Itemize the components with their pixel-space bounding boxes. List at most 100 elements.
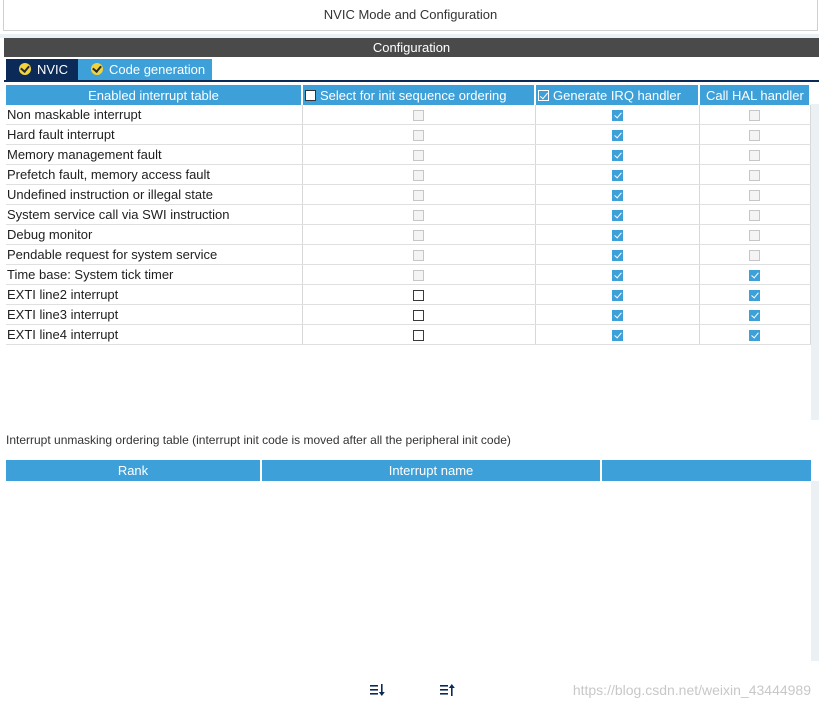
- generate-irq-checkbox[interactable]: [611, 150, 623, 162]
- table-row[interactable]: Pendable request for system service: [6, 244, 811, 265]
- init-order-checkbox: [413, 230, 424, 242]
- generate-irq-cell: [535, 184, 700, 205]
- generate-irq-checkbox[interactable]: [611, 210, 623, 222]
- generate-irq-checkbox[interactable]: [611, 250, 623, 262]
- generate-irq-checkbox[interactable]: [611, 270, 623, 282]
- select-init-ordering-checkbox[interactable]: [305, 89, 316, 101]
- call-hal-checkbox: [749, 110, 760, 122]
- table-row[interactable]: EXTI line2 interrupt: [6, 284, 811, 305]
- init-order-cell: [302, 105, 536, 125]
- call-hal-checkbox: [749, 150, 760, 162]
- table-row[interactable]: Undefined instruction or illegal state: [6, 184, 811, 205]
- call-hal-checkbox[interactable]: [749, 270, 760, 282]
- interrupt-name: Pendable request for system service: [6, 244, 303, 265]
- init-order-checkbox: [413, 210, 424, 222]
- table-row[interactable]: Debug monitor: [6, 224, 811, 245]
- call-hal-cell: [699, 105, 811, 125]
- generate-irq-checkbox[interactable]: [611, 310, 623, 322]
- nvic-table: Enabled interrupt table Select for init …: [6, 85, 811, 345]
- table-row[interactable]: Memory management fault: [6, 144, 811, 165]
- interrupt-name: EXTI line2 interrupt: [6, 284, 303, 305]
- interrupt-name: Prefetch fault, memory access fault: [6, 164, 303, 185]
- interrupt-name: System service call via SWI instruction: [6, 204, 303, 225]
- call-hal-cell: [699, 304, 811, 325]
- init-order-cell: [302, 304, 536, 325]
- generate-irq-cell: [535, 164, 700, 185]
- col-interrupt-name[interactable]: Interrupt name: [262, 460, 602, 481]
- call-hal-checkbox[interactable]: [749, 290, 760, 302]
- init-order-checkbox[interactable]: [413, 330, 424, 342]
- tab-nvic-label: NVIC: [37, 62, 69, 77]
- sort-up-icon: [440, 684, 455, 696]
- table-row[interactable]: Non maskable interrupt: [6, 105, 811, 125]
- interrupt-name: Non maskable interrupt: [6, 105, 303, 125]
- generate-irq-handler-checkbox[interactable]: [538, 89, 549, 101]
- generate-irq-checkbox[interactable]: [611, 110, 623, 122]
- check-circle-icon: [91, 63, 103, 75]
- interrupt-name: Hard fault interrupt: [6, 124, 303, 145]
- call-hal-cell: [699, 204, 811, 225]
- call-hal-checkbox[interactable]: [749, 330, 760, 342]
- col-rank[interactable]: Rank: [6, 460, 262, 481]
- generate-irq-checkbox[interactable]: [611, 230, 623, 242]
- generate-irq-cell: [535, 124, 700, 145]
- col-init-sequence-ordering[interactable]: Select for init sequence ordering: [302, 85, 536, 105]
- window-title: NVIC Mode and Configuration: [3, 0, 818, 31]
- watermark: https://blog.csdn.net/weixin_43444989: [572, 682, 811, 698]
- generate-irq-cell: [535, 144, 700, 165]
- table-row[interactable]: EXTI line4 interrupt: [6, 324, 811, 345]
- tab-code-generation-label: Code generation: [109, 62, 206, 77]
- call-hal-cell: [699, 264, 811, 285]
- init-order-checkbox[interactable]: [413, 290, 424, 302]
- tab-nvic[interactable]: NVIC: [6, 59, 78, 81]
- call-hal-cell: [699, 164, 811, 185]
- tab-code-generation[interactable]: Code generation: [78, 59, 212, 81]
- col-call-hal-handler[interactable]: Call HAL handler: [699, 85, 811, 105]
- call-hal-checkbox[interactable]: [749, 310, 760, 322]
- interrupt-name: EXTI line4 interrupt: [6, 324, 303, 345]
- nvic-grid: Enabled interrupt table Select for init …: [4, 82, 819, 422]
- call-hal-cell: [699, 144, 811, 165]
- table-row[interactable]: Time base: System tick timer: [6, 264, 811, 285]
- call-hal-checkbox: [749, 130, 760, 142]
- generate-irq-cell: [535, 324, 700, 345]
- generate-irq-checkbox[interactable]: [611, 170, 623, 182]
- col-empty: [602, 460, 811, 481]
- init-order-checkbox: [413, 170, 424, 182]
- col-generate-irq-handler[interactable]: Generate IRQ handler: [535, 85, 700, 105]
- check-circle-icon: [19, 63, 31, 75]
- order-vertical-scrollbar[interactable]: [811, 481, 819, 661]
- generate-irq-cell: [535, 244, 700, 265]
- order-table: Rank Interrupt name: [4, 460, 811, 660]
- configuration-header: Configuration: [4, 38, 819, 57]
- table-row[interactable]: System service call via SWI instruction: [6, 204, 811, 225]
- generate-irq-cell: [535, 204, 700, 225]
- tab-bar: NVIC Code generation: [4, 57, 819, 81]
- call-hal-cell: [699, 224, 811, 245]
- init-order-cell: [302, 284, 536, 305]
- init-order-checkbox: [413, 130, 424, 142]
- init-order-checkbox[interactable]: [413, 310, 424, 322]
- generate-irq-checkbox[interactable]: [611, 290, 623, 302]
- sort-up-button[interactable]: [440, 682, 458, 698]
- generate-irq-checkbox[interactable]: [611, 190, 623, 202]
- generate-irq-checkbox[interactable]: [611, 130, 623, 142]
- call-hal-checkbox: [749, 230, 760, 242]
- call-hal-cell: [699, 184, 811, 205]
- table-row[interactable]: Prefetch fault, memory access fault: [6, 164, 811, 185]
- init-order-cell: [302, 184, 536, 205]
- init-order-cell: [302, 204, 536, 225]
- call-hal-cell: [699, 244, 811, 265]
- table-row[interactable]: EXTI line3 interrupt: [6, 304, 811, 325]
- generate-irq-cell: [535, 105, 700, 125]
- sort-down-button[interactable]: [370, 682, 388, 698]
- table-row[interactable]: Hard fault interrupt: [6, 124, 811, 145]
- interrupt-name: Time base: System tick timer: [6, 264, 303, 285]
- init-order-checkbox: [413, 250, 424, 262]
- call-hal-checkbox: [749, 210, 760, 222]
- init-order-cell: [302, 324, 536, 345]
- col-enabled-interrupt[interactable]: Enabled interrupt table: [6, 85, 303, 105]
- vertical-scrollbar[interactable]: [811, 104, 819, 420]
- init-order-checkbox: [413, 270, 424, 282]
- generate-irq-checkbox[interactable]: [611, 330, 623, 342]
